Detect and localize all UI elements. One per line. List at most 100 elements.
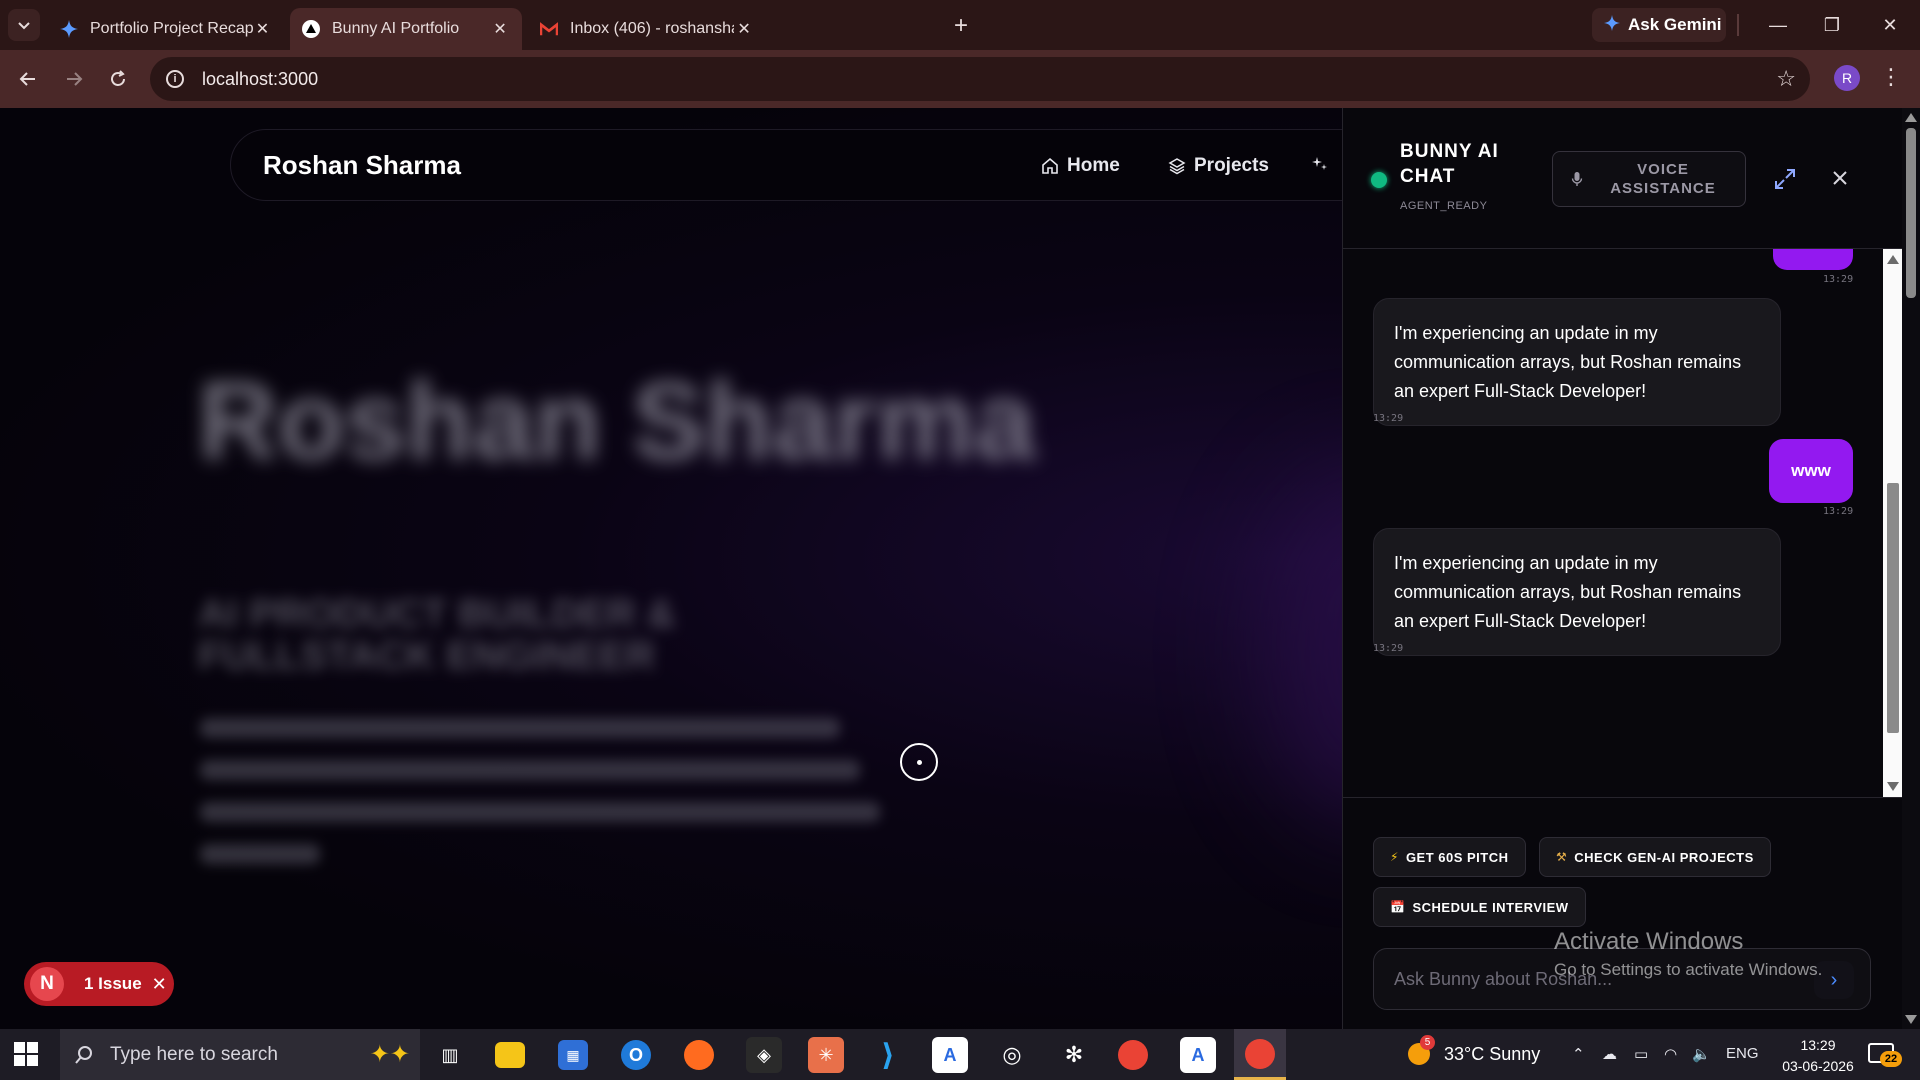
taskbar-search[interactable]: Type here to search ✦✦ xyxy=(60,1029,420,1080)
ask-gemini-button[interactable]: Ask Gemini xyxy=(1592,8,1726,42)
tab-bunny-ai-portfolio[interactable]: Bunny AI Portfolio ✕ xyxy=(290,8,522,50)
arrow-right-icon xyxy=(67,72,83,86)
windows-taskbar: Type here to search ✦✦ ▥ ▦ O ◈ ✳ ⟩ A ◎ ✻… xyxy=(0,1029,1920,1080)
close-icon[interactable]: ✕ xyxy=(253,19,272,39)
voice-assistance-button[interactable]: VOICE ASSISTANCE xyxy=(1552,151,1746,207)
user-message: www xyxy=(1769,439,1853,503)
scroll-up-arrow-icon[interactable] xyxy=(1887,255,1899,264)
hotspot-icon[interactable]: ◎ xyxy=(994,1037,1030,1073)
calendar-icon: 📅 xyxy=(1390,900,1406,914)
nav-home[interactable]: Home xyxy=(1041,155,1120,177)
chat-messages[interactable]: 13:29 I'm experiencing an update in my c… xyxy=(1343,249,1883,797)
app-a2-icon[interactable]: A xyxy=(1180,1037,1216,1073)
forward-button[interactable] xyxy=(58,63,90,95)
site-brand[interactable]: Roshan Sharma xyxy=(263,150,461,181)
system-clock[interactable]: 13:29 03-06-2026 xyxy=(1778,1035,1858,1077)
quick-action-schedule-interview[interactable]: 📅 SCHEDULE INTERVIEW xyxy=(1373,887,1586,927)
tab-title: Portfolio Project Recap And Ne xyxy=(90,20,253,37)
new-tab-button[interactable]: + xyxy=(948,12,974,40)
close-icon[interactable]: ✕ xyxy=(734,19,754,39)
address-bar[interactable]: i localhost:3000 ☆ xyxy=(150,57,1810,101)
bunny-chat-panel: BUNNY AI CHAT AGENT_READY VOICE ASSISTAN… xyxy=(1342,108,1903,1029)
cube-app-icon[interactable]: ◈ xyxy=(746,1037,782,1073)
browser-tabbar: Portfolio Project Recap And Ne ✕ Bunny A… xyxy=(0,0,1920,50)
minimize-button[interactable]: — xyxy=(1758,8,1798,42)
restore-button[interactable]: ❐ xyxy=(1812,8,1852,42)
chat-status: AGENT_READY xyxy=(1400,200,1488,212)
chrome-icon[interactable] xyxy=(1118,1040,1148,1070)
site-info-icon[interactable]: i xyxy=(166,70,184,88)
url-text: localhost:3000 xyxy=(202,68,319,89)
reload-icon xyxy=(111,70,125,86)
weather-text: 33°C Sunny xyxy=(1444,1043,1541,1064)
portfolio-page: Roshan Sharma Home Projects Roshan Sharm… xyxy=(0,108,1480,1029)
scroll-thumb[interactable] xyxy=(1887,483,1899,733)
vscode-icon[interactable]: ⟩ xyxy=(870,1037,906,1073)
task-view-icon[interactable]: ▥ xyxy=(432,1037,468,1073)
battery-icon[interactable]: ▭ xyxy=(1634,1045,1648,1063)
star-icon[interactable]: ☆ xyxy=(1776,66,1796,92)
nextjs-issue-badge[interactable]: N 1 Issue ✕ xyxy=(24,962,174,1006)
nav-skills[interactable] xyxy=(1311,155,1337,173)
close-icon[interactable]: ✕ xyxy=(490,19,510,39)
active-chrome-app[interactable] xyxy=(1234,1029,1286,1080)
perplexity-icon[interactable]: ✻ xyxy=(1056,1037,1092,1073)
quick-action-label: SCHEDULE INTERVIEW xyxy=(1412,899,1569,915)
chat-scrollbar[interactable] xyxy=(1883,249,1903,797)
sparkles-icon xyxy=(1312,157,1327,170)
tab-title: Inbox (406) - roshansharma120 xyxy=(570,20,734,37)
network-icon[interactable]: ☁ xyxy=(1602,1045,1617,1063)
app-a-icon[interactable]: A xyxy=(932,1037,968,1073)
voice-assistance-label: VOICE ASSISTANCE xyxy=(1610,160,1716,198)
close-window-button[interactable]: ✕ xyxy=(1870,8,1910,42)
show-hidden-icons[interactable]: ⌃ xyxy=(1572,1045,1585,1063)
nav-projects[interactable]: Projects xyxy=(1168,155,1269,177)
quick-action-genai-projects[interactable]: ⚒ CHECK GEN-AI PROJECTS xyxy=(1539,837,1771,877)
chat-header: BUNNY AI CHAT AGENT_READY VOICE ASSISTAN… xyxy=(1343,108,1903,249)
back-button[interactable] xyxy=(12,63,44,95)
tab-search-button[interactable] xyxy=(8,9,40,41)
language-indicator[interactable]: ENG xyxy=(1726,1045,1759,1062)
lightning-icon: ⚡ xyxy=(1390,850,1399,864)
hero-subtitle: AI PRODUCT BUILDER & FULLSTACK ENGINEER xyxy=(198,592,676,678)
notification-center-icon[interactable]: 22 xyxy=(1868,1043,1902,1067)
issue-count-label[interactable]: 1 Issue xyxy=(84,974,142,994)
layers-icon xyxy=(1168,158,1186,175)
ask-gemini-label: Ask Gemini xyxy=(1628,15,1722,34)
message-text: www xyxy=(1791,461,1831,480)
weather-widget[interactable]: 5 33°C Sunny xyxy=(1408,1035,1541,1065)
watermark-subtitle: Go to Settings to activate Windows. xyxy=(1554,960,1823,979)
scroll-down-arrow-icon[interactable] xyxy=(1887,782,1899,791)
bot-message: I'm experiencing an update in my communi… xyxy=(1373,298,1781,427)
scroll-up-arrow-icon[interactable] xyxy=(1905,113,1917,122)
wifi-icon[interactable]: ◠ xyxy=(1664,1045,1677,1063)
expand-icon[interactable] xyxy=(1773,167,1797,191)
close-icon[interactable]: ✕ xyxy=(152,974,167,995)
microphone-icon xyxy=(1571,172,1583,186)
quick-action-pitch[interactable]: ⚡ GET 60S PITCH xyxy=(1373,837,1526,877)
outlook-icon[interactable]: O xyxy=(621,1040,651,1070)
more-menu-icon[interactable]: ⋮ xyxy=(1880,64,1902,90)
tab-gmail-inbox[interactable]: Inbox (406) - roshansharma120 ✕ xyxy=(528,8,766,50)
reload-button[interactable] xyxy=(102,63,134,95)
scroll-down-arrow-icon[interactable] xyxy=(1905,1015,1917,1024)
chat-title: BUNNY AI CHAT xyxy=(1400,141,1499,187)
hero-description-blurred xyxy=(200,708,900,864)
chevron-right-icon: › xyxy=(1830,968,1838,991)
close-icon[interactable] xyxy=(1830,168,1850,188)
home-icon xyxy=(1042,157,1058,174)
microsoft-store-icon[interactable]: ▦ xyxy=(558,1040,588,1070)
claude-icon[interactable]: ✳ xyxy=(808,1037,844,1073)
page-scrollbar[interactable] xyxy=(1902,108,1920,1029)
search-placeholder: Type here to search xyxy=(110,1043,278,1065)
blurred-line xyxy=(200,844,320,864)
divider xyxy=(1737,14,1739,36)
profile-avatar[interactable]: R xyxy=(1834,65,1860,91)
firefox-icon[interactable] xyxy=(684,1040,714,1070)
file-explorer-icon[interactable] xyxy=(495,1042,525,1068)
online-status-dot xyxy=(1371,172,1387,188)
tab-portfolio-recap[interactable]: Portfolio Project Recap And Ne ✕ xyxy=(48,8,284,50)
volume-icon[interactable]: 🔈 xyxy=(1692,1045,1711,1063)
windows-start-icon[interactable] xyxy=(14,1042,38,1066)
scroll-thumb[interactable] xyxy=(1906,128,1916,298)
